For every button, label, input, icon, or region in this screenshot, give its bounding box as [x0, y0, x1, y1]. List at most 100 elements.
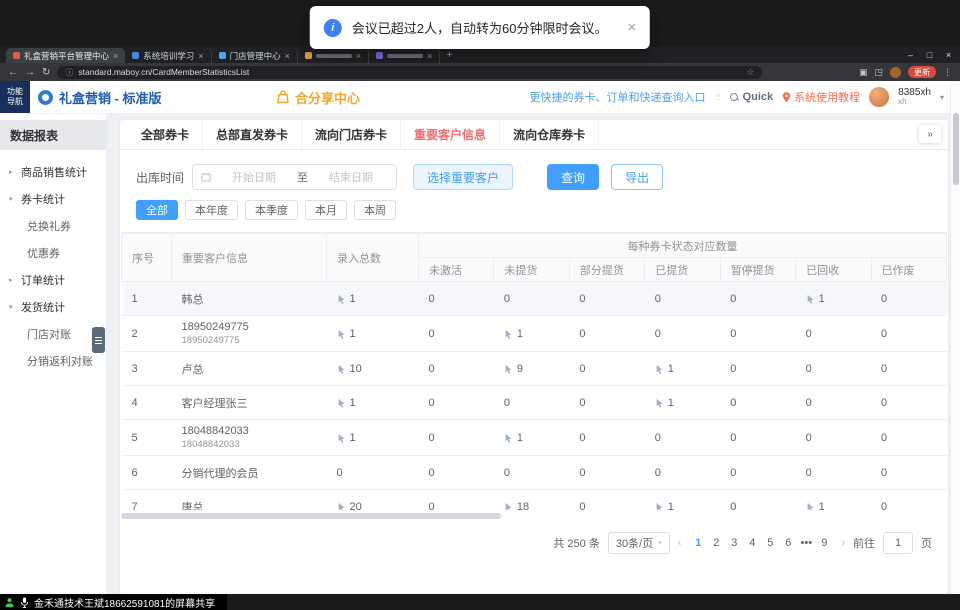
date-range-input[interactable]: 开始日期 至 结束日期	[192, 164, 397, 190]
quick-filter-pill[interactable]: 全部	[136, 200, 178, 220]
profile-avatar[interactable]	[890, 67, 901, 78]
browser-update-button[interactable]: 更新	[908, 66, 936, 78]
page-number-button[interactable]: 4	[743, 537, 761, 549]
bookmark-star-icon[interactable]: ☆	[746, 67, 754, 78]
tab-close-icon[interactable]: ×	[198, 51, 203, 61]
pointer-icon[interactable]	[504, 502, 514, 511]
pointer-icon[interactable]	[655, 398, 665, 408]
browser-tab[interactable]: 礼盒营销平台管理中心 ×	[6, 48, 125, 63]
pointer-icon[interactable]	[337, 294, 347, 304]
content-tab[interactable]: 流向门店券卡	[302, 120, 401, 149]
sidebar-item[interactable]: 门店对账	[0, 320, 106, 347]
prev-page-button[interactable]: ‹	[678, 537, 682, 549]
browser-menu-icon[interactable]: ⋮	[943, 67, 952, 78]
url-field[interactable]: ⓘ standard.maboy.cn/CardMemberStatistics…	[57, 66, 762, 79]
tutorial-link[interactable]: 系统使用教程	[782, 89, 860, 105]
page-size-select[interactable]: 30条/页 ▾	[608, 532, 670, 554]
tab-close-icon[interactable]: ×	[356, 51, 361, 61]
select-customer-button[interactable]: 选择重要客户	[413, 164, 513, 190]
pointer-icon[interactable]	[655, 364, 665, 374]
tab-close-icon[interactable]: ×	[113, 51, 118, 61]
export-button[interactable]: 导出	[611, 164, 663, 190]
function-nav-button[interactable]: 功能 导航	[0, 81, 30, 113]
pointer-icon[interactable]	[806, 294, 816, 304]
browser-tab[interactable]: ×	[298, 48, 369, 63]
table-row[interactable]: 7 唐总	[122, 490, 947, 511]
browser-tab[interactable]: ×	[369, 48, 440, 63]
side-panel-icon[interactable]: ▣	[859, 67, 868, 78]
pointer-icon[interactable]	[504, 329, 514, 339]
quick-filter-pill[interactable]: 本年度	[185, 200, 238, 220]
goto-label: 前往	[853, 535, 875, 551]
content-tab[interactable]: 流向仓库券卡	[500, 120, 599, 149]
search-button[interactable]: 查询	[547, 164, 599, 190]
sidebar-item[interactable]: ▸商品销售统计	[0, 158, 106, 185]
goto-page-input[interactable]	[883, 532, 913, 554]
share-center-link[interactable]: 合分享中心	[276, 88, 360, 107]
site-info-icon[interactable]: ⓘ	[65, 67, 73, 78]
page-number-button[interactable]: 1	[689, 537, 707, 549]
sidebar-collapse-handle[interactable]	[92, 327, 105, 353]
table-row[interactable]: 6 分销代理的会员	[122, 456, 947, 490]
content-tab[interactable]: 全部券卡	[128, 120, 203, 149]
horizontal-scrollbar[interactable]	[121, 512, 947, 520]
user-meta[interactable]: 8385xh xh	[898, 87, 931, 107]
next-page-button[interactable]: ›	[841, 537, 845, 549]
table-body: 1 韩总	[122, 282, 947, 511]
browser-tab[interactable]: 系统培训学习 ×	[125, 48, 211, 63]
pointer-icon[interactable]	[504, 433, 514, 443]
sidebar-item[interactable]: 兑换礼券	[0, 212, 106, 239]
user-avatar[interactable]	[869, 87, 889, 107]
quick-filter-pill[interactable]: 本季度	[245, 200, 298, 220]
pointer-icon[interactable]	[337, 433, 347, 443]
extensions-icon[interactable]: ◳	[874, 67, 883, 78]
person-icon[interactable]	[4, 597, 15, 608]
quick-filter-pill[interactable]: 本周	[354, 200, 396, 220]
sidebar-item[interactable]: ▾券卡统计	[0, 185, 106, 212]
pointer-icon[interactable]	[504, 364, 514, 374]
reload-icon[interactable]: ↻	[42, 67, 50, 78]
page-number-button[interactable]: 6	[779, 537, 797, 549]
sidebar-item[interactable]: 分销返利对账	[0, 347, 106, 374]
window-close-button[interactable]: ×	[939, 50, 958, 60]
close-icon[interactable]: ×	[627, 19, 636, 36]
tab-close-icon[interactable]: ×	[427, 51, 432, 61]
content-tab[interactable]: 总部直发券卡	[203, 120, 302, 149]
new-tab-button[interactable]: +	[446, 49, 452, 61]
vertical-scrollbar[interactable]	[950, 81, 960, 594]
pointer-icon[interactable]	[337, 329, 347, 339]
microphone-icon[interactable]	[20, 597, 29, 608]
pointer-icon[interactable]	[337, 398, 347, 408]
table-row[interactable]: 2 18950249775 18950249775	[122, 316, 947, 352]
content-tab[interactable]: 重要客户信息	[401, 120, 500, 149]
sidebar-item[interactable]: ▸订单统计	[0, 266, 106, 293]
table-row[interactable]: 3 卢总	[122, 352, 947, 386]
page-number-button[interactable]: •••	[797, 537, 815, 549]
panel-collapse-button[interactable]: »	[919, 125, 941, 143]
pointer-icon[interactable]	[806, 502, 816, 511]
pointer-icon[interactable]	[337, 364, 347, 374]
minimize-button[interactable]: –	[901, 50, 920, 60]
quick-filter-pill[interactable]: 本月	[305, 200, 347, 220]
page-number-button[interactable]: 5	[761, 537, 779, 549]
pointer-icon[interactable]	[337, 502, 347, 511]
user-menu-caret-icon[interactable]: ▾	[940, 93, 944, 102]
maximize-button[interactable]: □	[920, 50, 939, 60]
sidebar-item[interactable]: 优惠券	[0, 239, 106, 266]
tab-close-icon[interactable]: ×	[285, 51, 290, 61]
quick-search[interactable]: Quick	[730, 91, 774, 103]
browser-tab[interactable]: 门店管理中心 ×	[212, 48, 298, 63]
table-row[interactable]: 4 客户经理张三	[122, 386, 947, 420]
page-number-button[interactable]: 2	[707, 537, 725, 549]
pointer-icon[interactable]	[655, 502, 665, 511]
table-row[interactable]: 1 韩总	[122, 282, 947, 316]
forward-icon[interactable]: →	[25, 67, 35, 78]
scrollbar-thumb[interactable]	[953, 113, 959, 185]
sidebar-item[interactable]: ▾发货统计	[0, 293, 106, 320]
table-row[interactable]: 5 18048842033 18048842033	[122, 420, 947, 456]
page-number-button[interactable]: 3	[725, 537, 743, 549]
quick-entry-link[interactable]: 更快捷的券卡、订单和快递查询入口	[530, 89, 706, 105]
page-number-button[interactable]: 9	[815, 537, 833, 549]
back-icon[interactable]: ←	[8, 67, 18, 78]
scrollbar-thumb[interactable]	[121, 513, 501, 519]
